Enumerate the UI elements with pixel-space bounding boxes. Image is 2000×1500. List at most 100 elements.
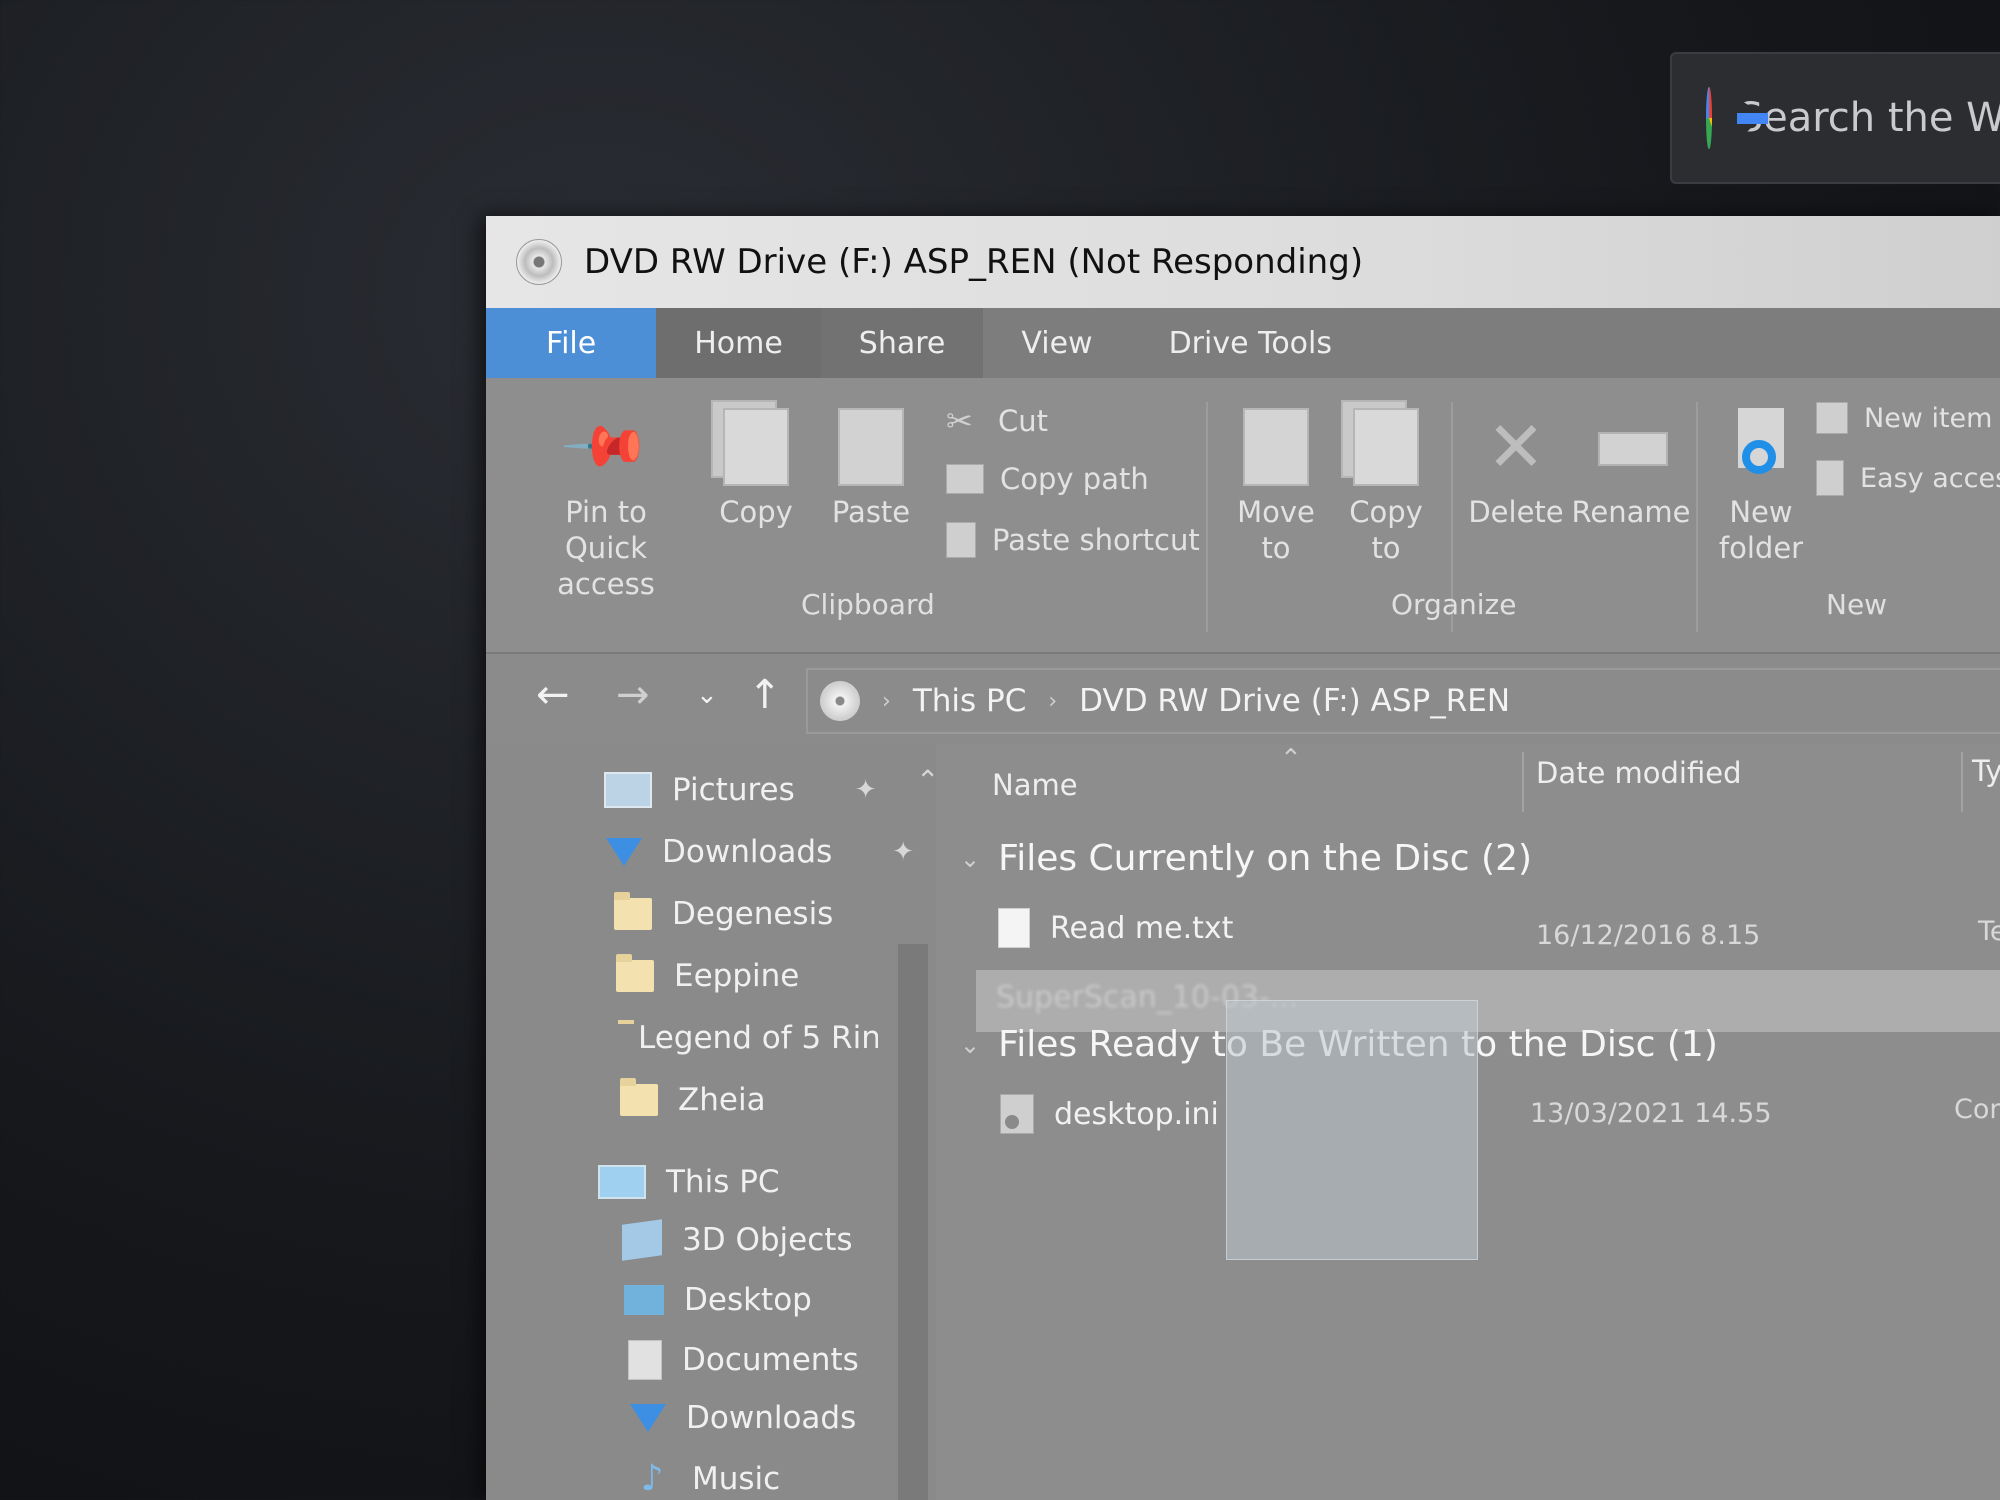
file-explorer-window: DVD RW Drive (F:) ASP_REN (Not Respondin… bbox=[486, 216, 2000, 1500]
move-to-label: Move bbox=[1237, 495, 1315, 529]
tab-file[interactable]: File bbox=[486, 308, 657, 378]
ribbon: 📌 Pin to Quick access Copy Paste ✂ Cut C… bbox=[486, 378, 2000, 654]
nav-item-label: Legend of 5 Rinc bbox=[638, 1020, 878, 1056]
file-date: 16/12/2016 8.15 bbox=[1536, 920, 1761, 951]
copy-path-button[interactable]: Copy path bbox=[946, 462, 1149, 496]
new-item-button[interactable]: New item bbox=[1816, 402, 1992, 434]
cut-label: Cut bbox=[998, 404, 1048, 438]
file-name: Read me.txt bbox=[1050, 910, 1234, 946]
nav-item-this-pc[interactable]: This PC bbox=[598, 1164, 780, 1200]
folder-icon bbox=[616, 954, 654, 992]
3d-objects-icon bbox=[622, 1219, 662, 1261]
move-to-button[interactable]: Move to bbox=[1231, 408, 1321, 566]
downloads-icon bbox=[606, 838, 642, 866]
nav-item-3d-objects[interactable]: 3D Objects bbox=[622, 1219, 853, 1261]
search-widget-text: Search the We bbox=[1737, 95, 2000, 141]
address-row: ← → ⌄ ↑ › This PC › DVD RW Drive (F:) AS… bbox=[486, 654, 2000, 746]
nav-item-degenesis[interactable]: Degenesis bbox=[614, 892, 834, 932]
paste-button[interactable]: Paste bbox=[826, 408, 916, 530]
nav-item-music[interactable]: ♪ Music bbox=[632, 1458, 781, 1499]
column-separator[interactable] bbox=[1522, 752, 1524, 812]
nav-item-eeppine[interactable]: Eeppine bbox=[616, 954, 799, 994]
main-content: ⌃ Pictures ✦ Downloads ✦ Degenesis Eeppi… bbox=[486, 744, 2000, 1500]
address-bar[interactable]: › This PC › DVD RW Drive (F:) ASP_REN bbox=[806, 668, 2000, 734]
forward-arrow-icon[interactable]: → bbox=[616, 672, 650, 718]
nav-item-pictures[interactable]: Pictures ✦ bbox=[604, 772, 877, 808]
new-folder-label: New bbox=[1729, 495, 1793, 529]
back-arrow-icon[interactable]: ← bbox=[536, 672, 570, 718]
ribbon-tabs: File Home Share View Drive Tools bbox=[486, 308, 2000, 378]
breadcrumb-this-pc[interactable]: This PC bbox=[913, 683, 1027, 719]
tab-home[interactable]: Home bbox=[656, 308, 821, 378]
nav-item-downloads-pc[interactable]: Downloads bbox=[630, 1400, 856, 1436]
new-folder-button[interactable]: New folder bbox=[1711, 408, 1811, 566]
column-separator[interactable] bbox=[1961, 752, 1963, 812]
nav-item-label: Degenesis bbox=[672, 896, 834, 932]
tab-share[interactable]: Share bbox=[820, 308, 984, 378]
recent-locations-icon[interactable]: ⌄ bbox=[696, 680, 718, 710]
new-item-icon bbox=[1816, 402, 1848, 434]
nav-scrollbar[interactable] bbox=[898, 944, 928, 1500]
documents-icon bbox=[628, 1340, 662, 1380]
pictures-icon bbox=[604, 772, 652, 808]
group-header-on-disc[interactable]: ⌄ Files Currently on the Disc (2) bbox=[960, 838, 1532, 879]
nav-item-label: This PC bbox=[666, 1164, 780, 1200]
nav-item-desktop[interactable]: Desktop bbox=[624, 1282, 812, 1318]
scissors-icon: ✂ bbox=[946, 402, 973, 440]
easy-access-icon bbox=[1816, 460, 1844, 496]
chevron-right-icon: › bbox=[882, 688, 891, 714]
nav-item-label: Downloads bbox=[662, 834, 833, 870]
nav-item-label: Music bbox=[692, 1460, 781, 1497]
file-list-pane[interactable]: ⌃ Name Date modified Ty ⌄ Files Currentl… bbox=[936, 744, 2000, 1500]
new-folder-label-2: folder bbox=[1718, 531, 1804, 565]
computer-icon bbox=[598, 1165, 646, 1199]
move-to-icon bbox=[1243, 408, 1309, 486]
file-row-read-me[interactable]: Read me.txt bbox=[998, 908, 1233, 948]
pin-icon: ✦ bbox=[854, 775, 877, 805]
folder-icon bbox=[614, 892, 652, 930]
easy-access-label: Easy access bbox=[1860, 462, 2000, 494]
title-bar[interactable]: DVD RW Drive (F:) ASP_REN (Not Respondin… bbox=[486, 216, 2000, 308]
copy-to-button[interactable]: Copy to bbox=[1341, 400, 1431, 566]
dvd-icon bbox=[820, 681, 860, 721]
nav-item-label: Documents bbox=[682, 1342, 859, 1378]
navigation-pane[interactable]: ⌃ Pictures ✦ Downloads ✦ Degenesis Eeppi… bbox=[486, 744, 939, 1500]
google-search-widget[interactable]: Search the We bbox=[1670, 52, 2000, 184]
column-header-date-modified[interactable]: Date modified bbox=[1536, 756, 1742, 790]
breadcrumb-dvd-drive[interactable]: DVD RW Drive (F:) ASP_REN bbox=[1079, 683, 1510, 719]
tab-drive-tools[interactable]: Drive Tools bbox=[1131, 308, 1370, 378]
paste-label: Paste bbox=[831, 495, 911, 529]
new-folder-icon bbox=[1728, 408, 1794, 486]
paste-shortcut-label: Paste shortcut bbox=[992, 523, 1200, 557]
folder-icon bbox=[620, 1078, 658, 1116]
paste-icon bbox=[838, 408, 904, 486]
nav-item-label: Desktop bbox=[684, 1282, 812, 1318]
rename-button[interactable]: Rename bbox=[1572, 408, 1690, 530]
copy-path-label: Copy path bbox=[1000, 462, 1149, 496]
nav-item-documents[interactable]: Documents bbox=[628, 1340, 859, 1380]
nav-item-downloads[interactable]: Downloads ✦ bbox=[606, 834, 914, 870]
ribbon-separator bbox=[1206, 402, 1208, 632]
window-title: DVD RW Drive (F:) ASP_REN (Not Respondin… bbox=[584, 242, 1364, 282]
paste-shortcut-icon bbox=[946, 522, 976, 558]
pin-to-quick-access-button[interactable]: 📌 Pin to Quick access bbox=[516, 399, 696, 602]
paste-shortcut-button[interactable]: Paste shortcut bbox=[946, 522, 1200, 558]
chevron-down-icon: ⌄ bbox=[960, 844, 981, 873]
easy-access-button[interactable]: Easy access bbox=[1816, 460, 2000, 496]
delete-label: Delete bbox=[1468, 495, 1564, 529]
file-row-desktop-ini[interactable]: desktop.ini bbox=[1000, 1094, 1219, 1134]
pin-icon: ✦ bbox=[892, 837, 915, 867]
chevron-down-icon: ⌄ bbox=[960, 1030, 981, 1059]
organize-group-label: Organize bbox=[1391, 588, 1517, 621]
copy-path-icon bbox=[946, 464, 984, 494]
nav-item-legend-of-5-rings[interactable]: Legend of 5 Rinc bbox=[618, 1020, 878, 1056]
copy-button[interactable]: Copy bbox=[711, 400, 796, 530]
column-header-name[interactable]: Name bbox=[992, 768, 1078, 802]
nav-item-zheia[interactable]: Zheia bbox=[620, 1078, 766, 1118]
cut-button[interactable]: ✂ Cut bbox=[946, 402, 1048, 440]
rename-icon bbox=[1598, 408, 1668, 486]
up-arrow-icon[interactable]: ↑ bbox=[748, 672, 782, 718]
delete-button[interactable]: ✕ Delete bbox=[1466, 408, 1566, 530]
column-header-type[interactable]: Ty bbox=[1972, 754, 2000, 788]
tab-view[interactable]: View bbox=[983, 308, 1130, 378]
